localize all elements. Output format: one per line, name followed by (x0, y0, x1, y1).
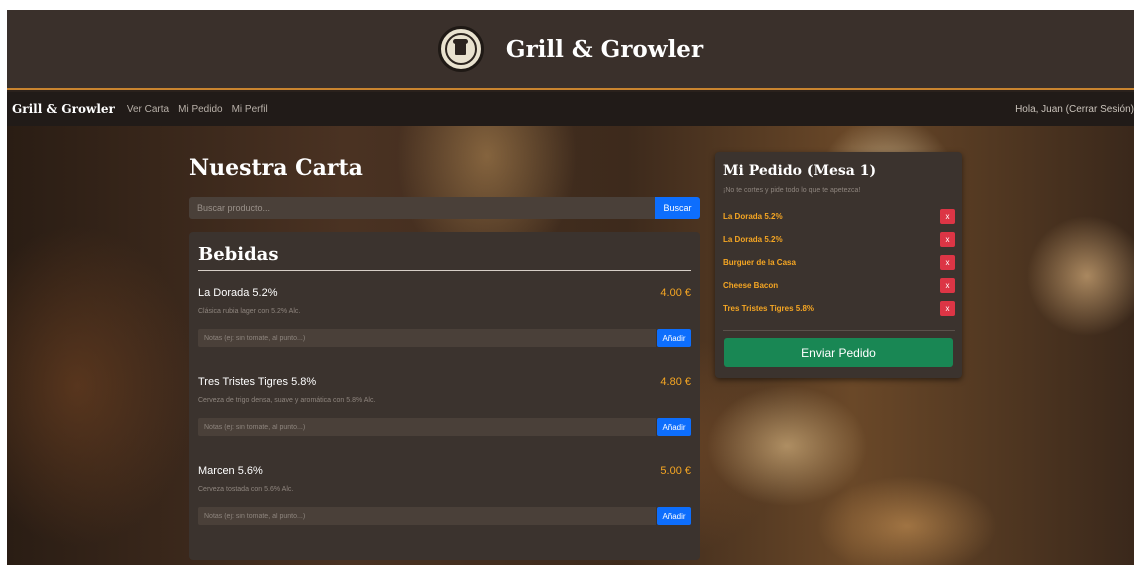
order-divider (723, 330, 955, 331)
order-panel: Mi Pedido (Mesa 1) ¡No te cortes y pide … (715, 152, 962, 378)
product-name: Tres Tristes Tigres 5.8% (198, 376, 317, 388)
send-order-button[interactable]: Enviar Pedido (724, 338, 953, 367)
add-button[interactable]: Añadir (657, 418, 691, 436)
product-item: Marcen 5.6% 5.00 € Cerveza tostada con 5… (198, 465, 691, 535)
product-notes-input[interactable] (198, 418, 656, 436)
order-item: Cheese Bacon x (723, 278, 955, 295)
nav-link-ver-carta[interactable]: Ver Carta (127, 104, 169, 115)
site-header: Grill & Growler (7, 10, 1134, 90)
product-notes-input[interactable] (198, 507, 656, 525)
order-item-name: La Dorada 5.2% (723, 212, 783, 221)
nav-link-mi-perfil[interactable]: Mi Perfil (232, 104, 268, 115)
brand-logo-icon (437, 26, 484, 72)
remove-item-button[interactable]: x (940, 209, 955, 224)
search-bar: Buscar (189, 197, 700, 219)
navbar: Grill & Growler Ver Carta Mi Pedido Mi P… (7, 92, 1134, 126)
remove-item-button[interactable]: x (940, 301, 955, 316)
search-input[interactable] (189, 197, 655, 219)
order-title: Mi Pedido (Mesa 1) (723, 163, 877, 179)
product-name: La Dorada 5.2% (198, 287, 278, 299)
product-name: Marcen 5.6% (198, 465, 263, 477)
product-price: 4.00 € (660, 287, 691, 299)
nav-link-mi-pedido[interactable]: Mi Pedido (178, 104, 222, 115)
order-subtitle: ¡No te cortes y pide todo lo que te apet… (723, 187, 861, 194)
order-item: Tres Tristes Tigres 5.8% x (723, 301, 955, 318)
order-item-name: La Dorada 5.2% (723, 235, 783, 244)
order-item-name: Tres Tristes Tigres 5.8% (723, 304, 815, 313)
user-logout-link[interactable]: Hola, Juan (Cerrar Sesión) (1015, 104, 1134, 115)
order-item-name: Cheese Bacon (723, 281, 779, 290)
product-price: 4.80 € (660, 376, 691, 388)
remove-item-button[interactable]: x (940, 278, 955, 293)
order-item: La Dorada 5.2% x (723, 232, 955, 249)
product-item: La Dorada 5.2% 4.00 € Clásica rubia lage… (198, 287, 691, 357)
product-notes-input[interactable] (198, 329, 656, 347)
page-title: Nuestra Carta (189, 155, 363, 181)
add-button[interactable]: Añadir (657, 329, 691, 347)
search-button[interactable]: Buscar (655, 197, 700, 219)
order-item-name: Burguer de la Casa (723, 258, 796, 267)
product-description: Cerveza tostada con 5.6% Alc. (198, 486, 294, 493)
nav-brand[interactable]: Grill & Growler (12, 102, 115, 116)
product-description: Cerveza de trigo densa, suave y aromátic… (198, 397, 376, 404)
add-button[interactable]: Añadir (657, 507, 691, 525)
category-divider (198, 270, 691, 271)
category-title: Bebidas (198, 244, 279, 265)
order-item: Burguer de la Casa x (723, 255, 955, 272)
order-item: La Dorada 5.2% x (723, 209, 955, 226)
app-window: Grill & Growler Grill & Growler Ver Cart… (7, 10, 1134, 565)
site-title: Grill & Growler (505, 35, 704, 63)
menu-card: Bebidas La Dorada 5.2% 4.00 € Clásica ru… (189, 232, 700, 560)
remove-item-button[interactable]: x (940, 232, 955, 247)
remove-item-button[interactable]: x (940, 255, 955, 270)
product-item: Tres Tristes Tigres 5.8% 4.80 € Cerveza … (198, 376, 691, 446)
product-price: 5.00 € (660, 465, 691, 477)
product-description: Clásica rubia lager con 5.2% Alc. (198, 308, 301, 315)
